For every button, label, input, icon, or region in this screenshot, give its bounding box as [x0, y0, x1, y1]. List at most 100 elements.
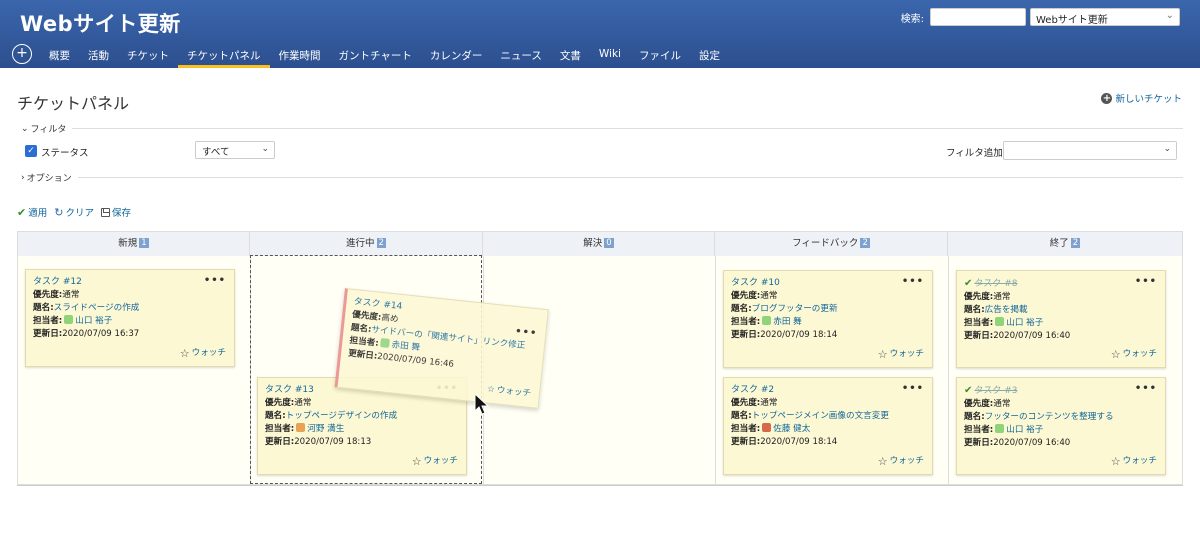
- tab-time-entries[interactable]: 作業時間: [270, 44, 330, 68]
- options-divider: [78, 177, 1183, 178]
- tab-gantt[interactable]: ガントチャート: [330, 44, 421, 68]
- issue-card[interactable]: ✔ タスク #3 ••• 優先度:通常 題名:フッターのコンテンツを整理する 担当…: [956, 377, 1166, 475]
- watch-button[interactable]: ☆ ウォッチ: [1111, 348, 1157, 361]
- issue-id-link[interactable]: タスク #3: [974, 386, 1017, 396]
- updated-label: 更新日:: [731, 330, 761, 340]
- issue-id-link[interactable]: タスク #12: [33, 277, 82, 287]
- subject-link[interactable]: 広告を掲載: [985, 305, 1028, 315]
- more-menu-icon[interactable]: •••: [515, 325, 538, 340]
- subject-label: 題名:: [265, 411, 286, 421]
- check-icon: ✔: [964, 278, 973, 289]
- check-icon: ✔: [17, 205, 27, 219]
- assignee-link[interactable]: 赤田 舞: [391, 340, 420, 353]
- subject-link[interactable]: ブログフッターの更新: [752, 304, 838, 314]
- tab-issue-panel[interactable]: チケットパネル: [178, 44, 270, 68]
- apply-label: 適用: [28, 208, 48, 219]
- column-header-resolved: 解決 0: [483, 232, 715, 256]
- priority-label: 優先度:: [964, 292, 994, 302]
- updated-value: 2020/07/09 18:14: [760, 437, 838, 447]
- query-buttons: ✔ 適用 ↻ クリア 保存: [17, 205, 131, 220]
- filter-divider: [72, 128, 1183, 129]
- more-menu-icon[interactable]: •••: [902, 382, 924, 395]
- tab-documents[interactable]: 文書: [551, 44, 590, 68]
- column-divider: [948, 256, 949, 485]
- issue-id-link[interactable]: タスク #8: [974, 279, 1017, 289]
- issue-card[interactable]: タスク #2 ••• 優先度:通常 題名:トップページメイン画像の文言変更 担当…: [723, 377, 933, 475]
- watch-button[interactable]: ☆ ウォッチ: [878, 455, 924, 468]
- issue-card[interactable]: タスク #10 ••• 優先度:通常 題名:ブログフッターの更新 担当者: 赤田 …: [723, 270, 933, 368]
- column-header-in-progress: 進行中 2: [250, 232, 483, 256]
- updated-label: 更新日:: [265, 437, 295, 447]
- column-name: 終了: [1049, 238, 1069, 249]
- more-menu-icon[interactable]: •••: [204, 274, 226, 287]
- assignee-label: 担当者:: [964, 425, 994, 435]
- assignee-link[interactable]: 佐藤 健太: [773, 424, 810, 434]
- priority-value: 通常: [993, 292, 1011, 302]
- search-input[interactable]: [930, 8, 1026, 26]
- status-filter-select[interactable]: すべて ⌄: [195, 141, 275, 159]
- updated-value: 2020/07/09 16:40: [993, 438, 1071, 448]
- status-filter-checkbox[interactable]: ✓: [25, 145, 37, 157]
- subject-link[interactable]: トップページメイン画像の文言変更: [752, 411, 889, 421]
- tab-files[interactable]: ファイル: [630, 44, 690, 68]
- tab-settings[interactable]: 設定: [690, 44, 729, 68]
- updated-label: 更新日:: [964, 331, 994, 341]
- apply-button[interactable]: ✔ 適用: [17, 205, 48, 220]
- tab-issues[interactable]: チケット: [118, 44, 178, 68]
- priority-value: 通常: [760, 398, 778, 408]
- subject-label: 題名:: [964, 412, 985, 422]
- watch-button[interactable]: ☆ ウォッチ: [412, 455, 458, 468]
- add-filter-select[interactable]: ⌄: [1003, 141, 1177, 160]
- plus-circle-icon: +: [1101, 92, 1113, 104]
- site-title[interactable]: Webサイト更新: [20, 8, 181, 38]
- issue-id-link[interactable]: タスク #10: [731, 278, 780, 288]
- top-header: Webサイト更新 検索: Webサイト更新 ⌄ + 概要 活動 チケット チケッ…: [0, 0, 1200, 68]
- watch-button[interactable]: ☆ ウォッチ: [180, 347, 226, 360]
- tab-news[interactable]: ニュース: [491, 44, 550, 68]
- watch-button[interactable]: ☆ ウォッチ: [486, 383, 532, 401]
- watch-button[interactable]: ☆ ウォッチ: [1111, 455, 1157, 468]
- assignee-link[interactable]: 赤田 舞: [773, 317, 802, 327]
- tab-calendar[interactable]: カレンダー: [421, 44, 492, 68]
- more-menu-icon[interactable]: •••: [902, 275, 924, 288]
- tab-activity[interactable]: 活動: [79, 44, 118, 68]
- project-jump-select[interactable]: Webサイト更新 ⌄: [1030, 8, 1180, 26]
- save-button[interactable]: 保存: [100, 205, 131, 219]
- subject-link[interactable]: フッターのコンテンツを整理する: [985, 412, 1114, 422]
- more-menu-icon[interactable]: •••: [1135, 275, 1157, 288]
- star-icon: ☆: [1110, 348, 1121, 361]
- issue-card[interactable]: ✔ タスク #8 ••• 優先度:通常 題名:広告を掲載 担当者: 山口 裕子 更新…: [956, 270, 1166, 368]
- star-icon: ☆: [1110, 455, 1121, 468]
- clear-label: クリア: [65, 208, 94, 219]
- chevron-down-icon: ⌄: [261, 144, 269, 154]
- subject-link[interactable]: スライドページの作成: [54, 303, 140, 313]
- priority-label: 優先度:: [265, 398, 295, 408]
- tab-overview[interactable]: 概要: [40, 44, 79, 68]
- filter-legend-label: フィルタ: [30, 125, 67, 135]
- clear-button[interactable]: ↻ クリア: [54, 205, 94, 220]
- subject-link[interactable]: トップページデザインの作成: [286, 411, 398, 421]
- assignee-link[interactable]: 山口 裕子: [1006, 425, 1043, 435]
- mouse-pointer-icon: [474, 393, 490, 415]
- avatar: [380, 338, 391, 348]
- new-object-plus-button[interactable]: +: [12, 44, 32, 64]
- more-menu-icon[interactable]: •••: [1135, 382, 1157, 395]
- search-label: 検索:: [900, 13, 924, 25]
- tab-wiki[interactable]: Wiki: [590, 44, 630, 68]
- updated-label: 更新日:: [731, 437, 761, 447]
- issue-card[interactable]: タスク #12 ••• 優先度:通常 題名:スライドページの作成 担当者: 山口 …: [25, 269, 235, 367]
- issue-id-link[interactable]: タスク #2: [731, 385, 774, 395]
- issue-id-link[interactable]: タスク #13: [265, 385, 314, 395]
- assignee-link[interactable]: 河野 満生: [307, 424, 344, 434]
- assignee-link[interactable]: 山口 裕子: [75, 316, 112, 326]
- new-issue-link[interactable]: + 新しいチケット: [1101, 91, 1182, 105]
- options-toggle[interactable]: › オプション: [21, 171, 72, 185]
- watch-label: ウォッチ: [423, 456, 458, 466]
- avatar: [296, 423, 306, 432]
- watch-button[interactable]: ☆ ウォッチ: [878, 348, 924, 361]
- updated-label: 更新日:: [33, 329, 63, 339]
- filter-toggle[interactable]: ⌄ フィルタ: [21, 122, 67, 136]
- column-name: 解決: [583, 238, 603, 249]
- assignee-link[interactable]: 山口 裕子: [1006, 318, 1043, 328]
- dragging-issue-card[interactable]: タスク #14 ••• 優先度:高め 題名:サイドバーの「関連サイト」リンク修正…: [334, 288, 549, 409]
